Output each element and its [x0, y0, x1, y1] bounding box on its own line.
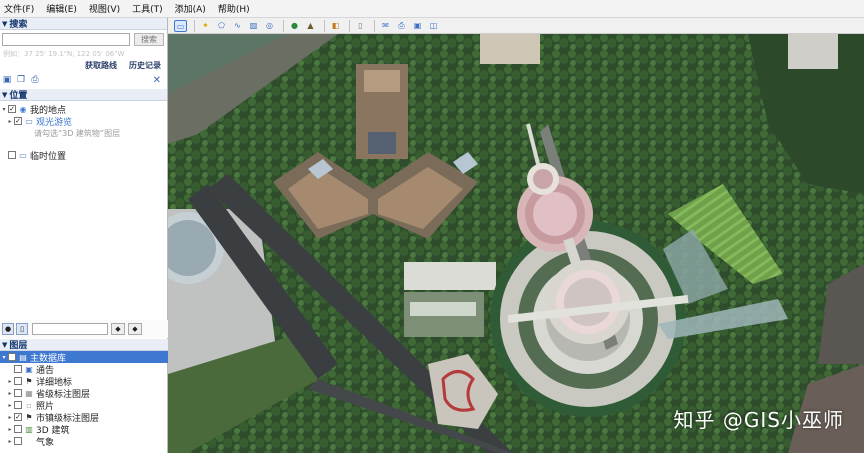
- expand-icon[interactable]: ▸: [6, 118, 14, 125]
- expand-icon[interactable]: ▸: [6, 414, 14, 421]
- checkbox[interactable]: [14, 401, 22, 409]
- checkbox[interactable]: [14, 389, 22, 397]
- layer-row[interactable]: ▸ ✓ ⚑ 市镇级标注图层: [0, 411, 168, 424]
- menu-help[interactable]: 帮助(H): [218, 2, 250, 15]
- satellite-map-view[interactable]: 知乎 @GIS小巫师: [168, 34, 864, 453]
- places-toolbar: ▣ ❐ ⎙ ✕: [0, 71, 167, 89]
- history-link[interactable]: 历史记录: [129, 60, 161, 71]
- close-icon[interactable]: ✕: [153, 75, 161, 86]
- collapse-triangle-icon[interactable]: ▼: [2, 91, 7, 99]
- layers-panel: ▼ 图层 ▾ ■ ▤ 主数据库 ▣ 通告 ▸ ⚑ 详细地标 ▸ ▦ 省级标注图层: [0, 339, 168, 448]
- layer-search-input[interactable]: [32, 323, 108, 335]
- layer-row[interactable]: ▸ ▦ 省级标注图层: [0, 387, 168, 400]
- expand-icon[interactable]: ▾: [0, 106, 8, 113]
- globe-icon: ◉: [19, 104, 27, 114]
- collapse-triangle-icon[interactable]: ▼: [2, 341, 7, 349]
- layer-row[interactable]: ▸ ▫ 照片: [0, 399, 168, 412]
- layers-panel-header[interactable]: ▼ 图层: [0, 339, 168, 351]
- checkbox[interactable]: ✓: [14, 413, 22, 421]
- label-icon: ▦: [25, 388, 33, 398]
- sidebar: ▼ 搜索 搜索 例如：37 25' 19.1"N, 122 05' 06"W 获…: [0, 18, 168, 453]
- layer-row[interactable]: ▸ ▥ 3D 建筑: [0, 423, 168, 436]
- search-links: 获取路线 历史记录: [0, 60, 167, 71]
- earth-icon[interactable]: ●: [288, 20, 301, 32]
- expand-icon[interactable]: ▸: [6, 390, 14, 397]
- search-panel-title: 搜索: [9, 20, 28, 30]
- print-icon[interactable]: ⎙: [395, 20, 408, 32]
- layer-row[interactable]: ▸ ⚑ 详细地标: [0, 375, 168, 388]
- tree-row-temp-places[interactable]: ▭ 临时位置: [0, 149, 167, 162]
- tour-icon[interactable]: ◎: [263, 20, 276, 32]
- menu-bar: 文件(F) 编辑(E) 视图(V) 工具(T) 添加(A) 帮助(H): [0, 0, 864, 18]
- search-button[interactable]: 搜索: [134, 33, 164, 46]
- expand-icon[interactable]: ▸: [6, 426, 14, 433]
- folder-icon: ▭: [25, 116, 33, 126]
- checkbox[interactable]: [8, 151, 16, 159]
- search-row: 搜索: [0, 30, 167, 49]
- layer-row[interactable]: ▾ ■ ▤ 主数据库: [0, 351, 168, 364]
- path-icon[interactable]: ∿: [231, 20, 244, 32]
- polygon-icon[interactable]: ⬠: [215, 20, 228, 32]
- expand-icon[interactable]: ▸: [6, 438, 14, 445]
- notice-icon: ▣: [25, 364, 33, 374]
- checkbox[interactable]: ■: [8, 353, 16, 361]
- sightseeing-label: 观光游览: [36, 117, 73, 128]
- checkbox[interactable]: [14, 437, 22, 445]
- search-example-hint: 例如：37 25' 19.1"N, 122 05' 06"W: [3, 50, 125, 58]
- expand-icon[interactable]: ▸: [6, 402, 14, 409]
- copy-icon[interactable]: ❐: [16, 75, 26, 85]
- layers-toolbar: ● ▯ ◆ ◆: [0, 320, 168, 338]
- places-panel-title: 位置: [9, 91, 28, 101]
- layer-label: 气象: [36, 437, 55, 448]
- historical-imagery-icon[interactable]: ◧: [329, 20, 342, 32]
- layer-list-icon[interactable]: ▯: [16, 323, 28, 335]
- folder-icon[interactable]: ▣: [2, 75, 12, 85]
- sunlight-icon[interactable]: ▲: [304, 20, 317, 32]
- expand-icon[interactable]: ▸: [6, 378, 14, 385]
- checkbox[interactable]: [14, 377, 22, 385]
- print-icon[interactable]: ⎙: [30, 75, 40, 85]
- checkbox[interactable]: ✓: [8, 105, 16, 113]
- get-route-link[interactable]: 获取路线: [85, 60, 117, 71]
- checkbox[interactable]: ✓: [14, 117, 22, 125]
- layer-view-icon[interactable]: ●: [2, 323, 14, 335]
- zoom-in-icon[interactable]: ◆: [111, 323, 125, 335]
- placemark-icon[interactable]: ✦: [199, 20, 212, 32]
- layer-row[interactable]: ▣ 通告: [0, 363, 168, 376]
- layers-panel-title: 图层: [9, 341, 28, 351]
- email-icon[interactable]: ✉: [379, 20, 392, 32]
- checkbox[interactable]: [14, 425, 22, 433]
- folder-icon: ▭: [19, 150, 27, 160]
- places-panel-header[interactable]: ▼ 位置: [0, 89, 167, 101]
- menu-file[interactable]: 文件(F): [4, 2, 34, 15]
- zoom-out-icon[interactable]: ◆: [128, 323, 142, 335]
- map-toolbar: ▭ ✦ ⬠ ∿ ▨ ◎ ● ▲ ◧ ▯ ✉ ⎙ ▣ ◫: [168, 18, 864, 34]
- search-panel-header[interactable]: ▼ 搜索: [0, 18, 167, 30]
- photo-icon: ▫: [26, 400, 32, 410]
- satellite-imagery: [168, 34, 864, 453]
- save-image-icon[interactable]: ▣: [411, 20, 424, 32]
- menu-view[interactable]: 视图(V): [89, 2, 120, 15]
- overlay-icon[interactable]: ▨: [247, 20, 260, 32]
- tree-row-sightseeing[interactable]: ▸ ✓ ▭ 观光游览: [0, 115, 167, 128]
- menu-tools[interactable]: 工具(T): [132, 2, 163, 15]
- menu-add[interactable]: 添加(A): [175, 2, 206, 15]
- sidebar-toggle-icon[interactable]: ▭: [174, 19, 187, 32]
- ruler-icon[interactable]: ▯: [354, 20, 367, 32]
- database-icon: ▤: [19, 352, 27, 362]
- search-input[interactable]: [2, 33, 130, 46]
- collapse-triangle-icon[interactable]: ▼: [2, 20, 7, 28]
- landmark-icon: ⚑: [25, 376, 33, 386]
- building-icon: ▥: [25, 424, 33, 434]
- maps-icon[interactable]: ◫: [427, 20, 440, 32]
- sightseeing-hint: 请勾选“3D 建筑物”图层: [34, 128, 121, 138]
- tree-row-my-places[interactable]: ▾ ✓ ◉ 我的地点: [0, 103, 167, 116]
- checkbox[interactable]: [14, 365, 22, 373]
- watermark-text: 知乎 @GIS小巫师: [673, 408, 844, 432]
- expand-icon[interactable]: ▾: [0, 354, 8, 361]
- flag-icon: ⚑: [25, 412, 33, 422]
- menu-edit[interactable]: 编辑(E): [46, 2, 77, 15]
- temp-places-label: 临时位置: [30, 151, 67, 162]
- layer-row[interactable]: ▸ 气象: [0, 435, 168, 448]
